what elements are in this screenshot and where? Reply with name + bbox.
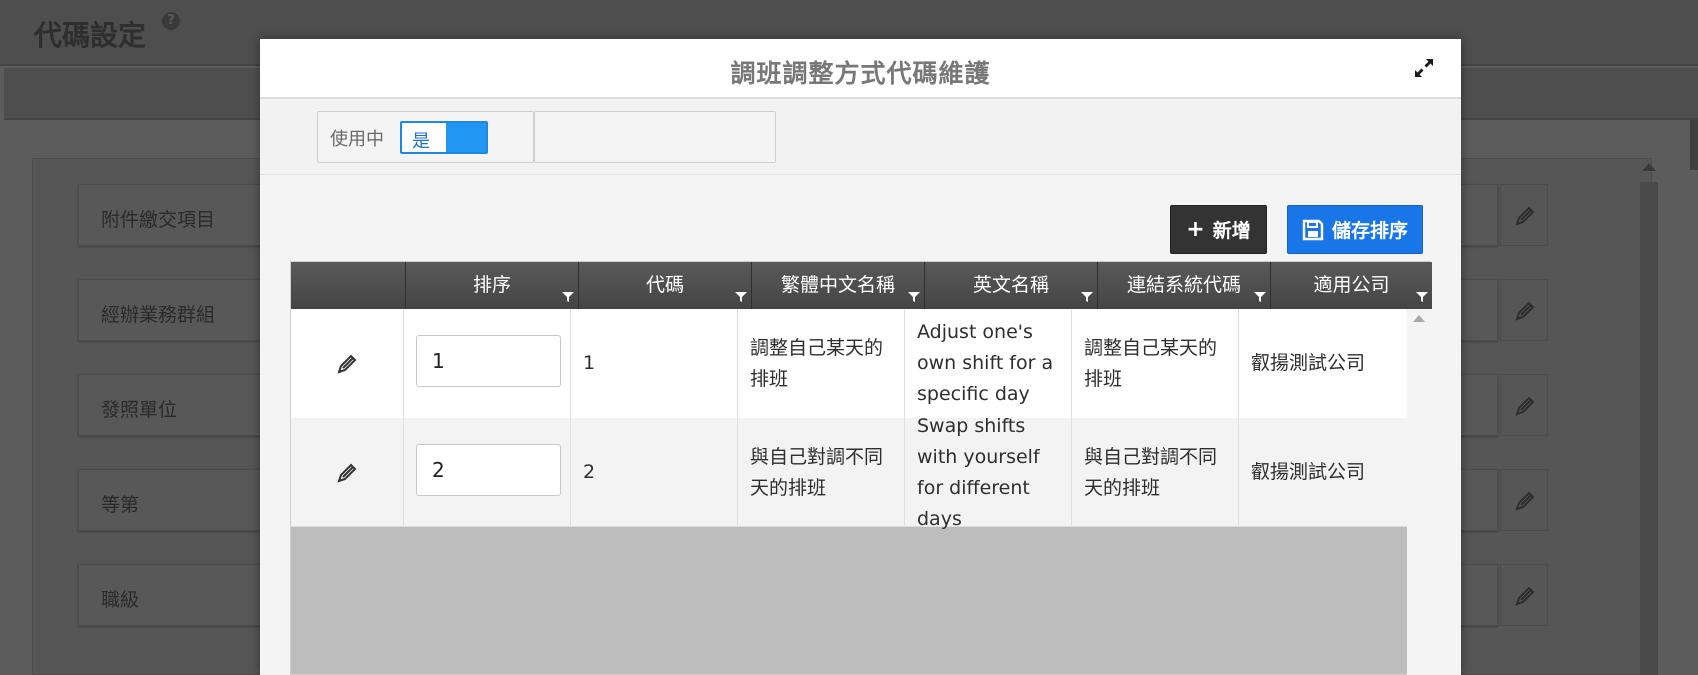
code-list-item-label: 等第 — [101, 494, 140, 516]
panel-scrollbar[interactable] — [1640, 182, 1658, 675]
edit-item-button[interactable] — [1500, 469, 1548, 531]
row-edit-button[interactable] — [291, 309, 403, 418]
sort-cell — [403, 309, 570, 418]
zh-name-value: 調整自己某天的排班 — [750, 336, 884, 390]
column-header-label: 適用公司 — [1313, 274, 1390, 296]
page-title: 代碼設定 — [34, 19, 147, 52]
active-filter: 使用中 是 — [317, 111, 534, 163]
scroll-up-arrow-icon[interactable] — [1642, 163, 1656, 171]
code-list-item-label: 附件繳交項目 — [101, 209, 216, 231]
column-header-label: 連結系統代碼 — [1126, 274, 1241, 296]
zh-name-value: 與自己對調不同天的排班 — [750, 445, 884, 499]
code-table: 排序 代碼 繁體中文名稱 英文名稱 連結系統代碼 適用公司 1 1 調整自己某天… — [290, 261, 1432, 675]
help-icon[interactable]: ? — [162, 12, 180, 30]
zh-name-cell: 調整自己某天的排班 — [737, 309, 904, 418]
table-scrollbar[interactable] — [1407, 309, 1431, 675]
pencil-icon — [1515, 586, 1535, 606]
company-value: 叡揚測試公司 — [1251, 352, 1366, 374]
add-button-label: 新增 — [1212, 220, 1251, 242]
table-row[interactable]: 2 與自己對調不同天的排班 Swap shifts with yourself … — [291, 415, 1407, 530]
save-sort-button-label: 儲存排序 — [1331, 220, 1408, 242]
column-header-zh-name[interactable]: 繁體中文名稱 — [751, 262, 924, 309]
link-code-value: 與自己對調不同天的排班 — [1084, 445, 1218, 499]
company-cell: 叡揚測試公司 — [1238, 309, 1407, 418]
pencil-icon — [1515, 301, 1535, 321]
column-header-en-name[interactable]: 英文名稱 — [924, 262, 1097, 309]
link-code-cell: 與自己對調不同天的排班 — [1071, 418, 1238, 527]
column-header-link-code[interactable]: 連結系統代碼 — [1097, 262, 1270, 309]
en-name-cell: Swap shifts with yourself for different … — [904, 415, 1071, 530]
empty-filter-field[interactable] — [534, 111, 776, 163]
pencil-icon — [1515, 206, 1535, 226]
filter-icon[interactable] — [1081, 291, 1093, 303]
edit-item-button[interactable] — [1500, 564, 1548, 626]
table-row[interactable]: 1 調整自己某天的排班 Adjust one's own shift for a… — [291, 309, 1407, 418]
column-header-label: 英文名稱 — [972, 274, 1049, 296]
column-header-actions — [291, 262, 405, 309]
edit-item-button[interactable] — [1500, 279, 1548, 341]
table-body: 1 調整自己某天的排班 Adjust one's own shift for a… — [291, 309, 1407, 530]
code-cell: 2 — [570, 418, 737, 527]
active-toggle[interactable]: 是 — [400, 121, 488, 154]
active-filter-label: 使用中 — [330, 129, 384, 150]
filter-icon[interactable] — [562, 291, 574, 303]
table-header: 排序 代碼 繁體中文名稱 英文名稱 連結系統代碼 適用公司 — [291, 262, 1432, 309]
edit-item-button[interactable] — [1500, 374, 1548, 436]
code-value: 2 — [583, 461, 596, 483]
filter-icon[interactable] — [1416, 291, 1428, 303]
zh-name-cell: 與自己對調不同天的排班 — [737, 418, 904, 527]
link-code-cell: 調整自己某天的排班 — [1071, 309, 1238, 418]
code-list-item-label: 發照單位 — [101, 399, 178, 421]
edit-item-button[interactable] — [1500, 184, 1548, 246]
filter-icon[interactable] — [1254, 291, 1266, 303]
code-cell: 1 — [570, 309, 737, 418]
plus-icon: + — [1186, 217, 1205, 242]
company-value: 叡揚測試公司 — [1251, 461, 1366, 483]
sort-input[interactable] — [416, 444, 561, 496]
column-header-sort[interactable]: 排序 — [405, 262, 578, 309]
modal-header: 調班調整方式代碼維護 — [260, 39, 1461, 99]
filter-bar: 使用中 是 — [260, 101, 1461, 175]
filter-icon[interactable] — [908, 291, 920, 303]
scroll-up-arrow-icon[interactable] — [1413, 315, 1425, 322]
code-maintenance-modal: 調班調整方式代碼維護 使用中 是 + 新增 儲存排序 排序 代碼 繁體中文名稱 … — [260, 39, 1461, 675]
add-button[interactable]: + 新增 — [1170, 205, 1267, 254]
link-code-value: 調整自己某天的排班 — [1084, 336, 1218, 390]
row-edit-button[interactable] — [291, 418, 403, 527]
code-list-item-label: 職級 — [101, 589, 140, 611]
floppy-disk-icon — [1302, 219, 1324, 240]
expand-icon[interactable] — [1412, 56, 1436, 80]
modal-title: 調班調整方式代碼維護 — [730, 59, 991, 88]
page-side-bar — [1690, 120, 1698, 170]
pencil-icon — [1515, 396, 1535, 416]
en-name-cell: Adjust one's own shift for a specific da… — [904, 309, 1071, 418]
pencil-icon — [337, 463, 357, 483]
company-cell: 叡揚測試公司 — [1238, 418, 1407, 527]
column-header-company[interactable]: 適用公司 — [1270, 262, 1432, 309]
en-name-value: Adjust one's own shift for a specific da… — [917, 321, 1054, 405]
sort-input[interactable] — [416, 335, 561, 387]
sort-cell — [403, 418, 570, 527]
column-header-label: 排序 — [472, 274, 511, 296]
pencil-icon — [337, 354, 357, 374]
filter-icon[interactable] — [735, 291, 747, 303]
column-header-code[interactable]: 代碼 — [578, 262, 751, 309]
column-header-label: 繁體中文名稱 — [780, 274, 895, 296]
toggle-value: 是 — [412, 131, 430, 152]
en-name-value: Swap shifts with yourself for different … — [917, 414, 1040, 530]
code-list-item-label: 經辦業務群組 — [101, 304, 216, 326]
pencil-icon — [1515, 491, 1535, 511]
code-value: 1 — [583, 352, 596, 374]
save-sort-button[interactable]: 儲存排序 — [1287, 205, 1423, 254]
column-header-label: 代碼 — [645, 274, 684, 296]
